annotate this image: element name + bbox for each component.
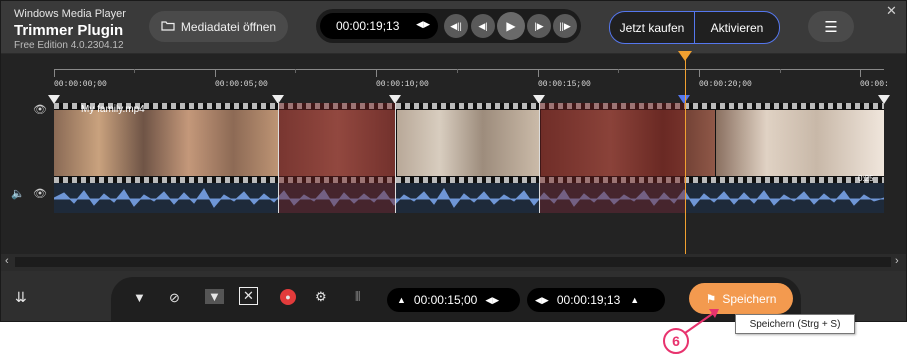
play-button[interactable]: ▶ [497, 12, 525, 40]
ruler-tick [699, 69, 700, 77]
close-icon[interactable]: ✕ [886, 3, 897, 19]
step-forward-button[interactable]: |▶ [527, 14, 551, 38]
open-media-label: Mediadatei öffnen [180, 19, 277, 34]
filter-off-icon[interactable]: ⊘ [169, 290, 180, 306]
ruler-tick [538, 69, 539, 77]
video-thumbnail [716, 110, 884, 176]
transport-controls: 00:00:19;13 ◀▶ ◀|| ◀| ▶ |▶ ||▶ [316, 9, 581, 43]
equalizer-icon[interactable]: ⫴ [355, 289, 360, 305]
mute-icon[interactable]: ✕ [239, 287, 258, 305]
trimmer-window: Windows Media Player Trimmer Plugin Free… [0, 0, 907, 322]
start-marker-icon: ▲ [397, 295, 406, 305]
cut-line [278, 101, 279, 213]
clip-name: My family.mp4 [81, 104, 145, 115]
video-track[interactable] [54, 103, 884, 183]
ruler-label: 00:00:00;00 [54, 80, 107, 89]
callout-arrow [684, 309, 719, 334]
excluded-region [540, 103, 685, 213]
app-host-name: Windows Media Player [14, 8, 126, 20]
title-bar: Windows Media Player Trimmer Plugin Free… [1, 1, 906, 53]
time-ruler: 00:00:00;00 00:00:05;00 00:00:10;00 00:0… [54, 69, 889, 95]
filter-icon[interactable]: ▼ [133, 290, 146, 305]
skip-end-icon: ||▶ [559, 20, 571, 31]
cut-line [395, 101, 396, 213]
save-tooltip: Speichern (Strg + S) [735, 314, 855, 334]
app-title: Trimmer Plugin [14, 22, 124, 39]
audio-waveform [54, 188, 884, 208]
microphone-icon[interactable]: ● [280, 289, 296, 305]
playhead[interactable] [685, 53, 686, 254]
skip-start-icon: ◀|| [450, 20, 462, 31]
step-forward-icon: |▶ [534, 20, 544, 31]
video-thumbnail [54, 110, 278, 176]
end-time-value: 00:00:19;13 [556, 293, 621, 307]
clip-end-label: 0:25 [858, 174, 874, 183]
ruler-label: 00:00: [860, 80, 889, 89]
selected-filter-icon[interactable]: ▼ [205, 289, 224, 304]
ruler-tick [54, 69, 55, 77]
scroll-left-icon[interactable]: ‹ [5, 255, 9, 267]
scroll-right-icon[interactable]: › [895, 255, 899, 267]
hamburger-icon: ☰ [824, 18, 838, 36]
time-stepper-icon[interactable]: ◀▶ [416, 19, 430, 30]
ruler-tick [215, 69, 216, 77]
audio-speaker-icon[interactable]: 🔈 [11, 187, 25, 200]
audio-visibility-eye-icon[interactable]: 👁 [33, 187, 47, 200]
ruler-tick [860, 69, 861, 77]
step-callout: 6 [663, 328, 689, 354]
current-time-display[interactable]: 00:00:19;13 ◀▶ [320, 13, 438, 39]
video-visibility-eye-icon[interactable]: 👁 [33, 103, 47, 116]
step-back-button[interactable]: ◀| [471, 14, 495, 38]
activate-button[interactable]: Aktivieren [695, 12, 779, 43]
folder-icon [161, 20, 175, 34]
skip-start-button[interactable]: ◀|| [444, 14, 468, 38]
playhead-handle[interactable] [678, 51, 692, 61]
step-back-icon: ◀| [478, 20, 488, 31]
start-time-field[interactable]: ▲ 00:00:15;00 ◀▶ [387, 288, 520, 312]
audio-track[interactable] [54, 183, 884, 213]
excluded-region [279, 103, 395, 213]
flag-icon: ⚑ [705, 291, 717, 306]
start-stepper-icon[interactable]: ◀▶ [485, 295, 499, 306]
cut-line [539, 101, 540, 213]
ruler-label: 00:00:20;00 [699, 80, 752, 89]
menu-button[interactable]: ☰ [808, 11, 854, 42]
end-stepper-icon[interactable]: ◀▶ [535, 295, 549, 306]
start-time-value: 00:00:15;00 [413, 293, 478, 307]
video-thumbnail [397, 110, 540, 176]
play-icon: ▶ [506, 19, 516, 33]
ruler-label: 00:00:05;00 [215, 80, 268, 89]
buy-now-button[interactable]: Jetzt kaufen [610, 12, 694, 43]
collapse-icon[interactable]: ⇊ [15, 289, 27, 306]
license-buttons: Jetzt kaufen Aktivieren [609, 11, 780, 44]
end-marker-icon: ▲ [630, 295, 640, 305]
ruler-label: 00:00:10;00 [376, 80, 429, 89]
skip-end-button[interactable]: ||▶ [553, 14, 577, 38]
ruler-tick [376, 69, 377, 77]
ruler-label: 00:00:15;00 [538, 80, 591, 89]
save-label: Speichern [722, 291, 777, 306]
app-edition: Free Edition 4.0.2304.12 [14, 40, 124, 51]
horizontal-scrollbar[interactable]: ‹ › [1, 254, 906, 270]
settings-gear-icon[interactable]: ⚙ [315, 289, 327, 305]
current-time-value: 00:00:19;13 [336, 19, 400, 33]
scroll-track[interactable] [15, 257, 891, 267]
open-media-button[interactable]: Mediadatei öffnen [149, 11, 288, 42]
end-time-field[interactable]: ◀▶ 00:00:19;13 ▲ [527, 288, 665, 312]
